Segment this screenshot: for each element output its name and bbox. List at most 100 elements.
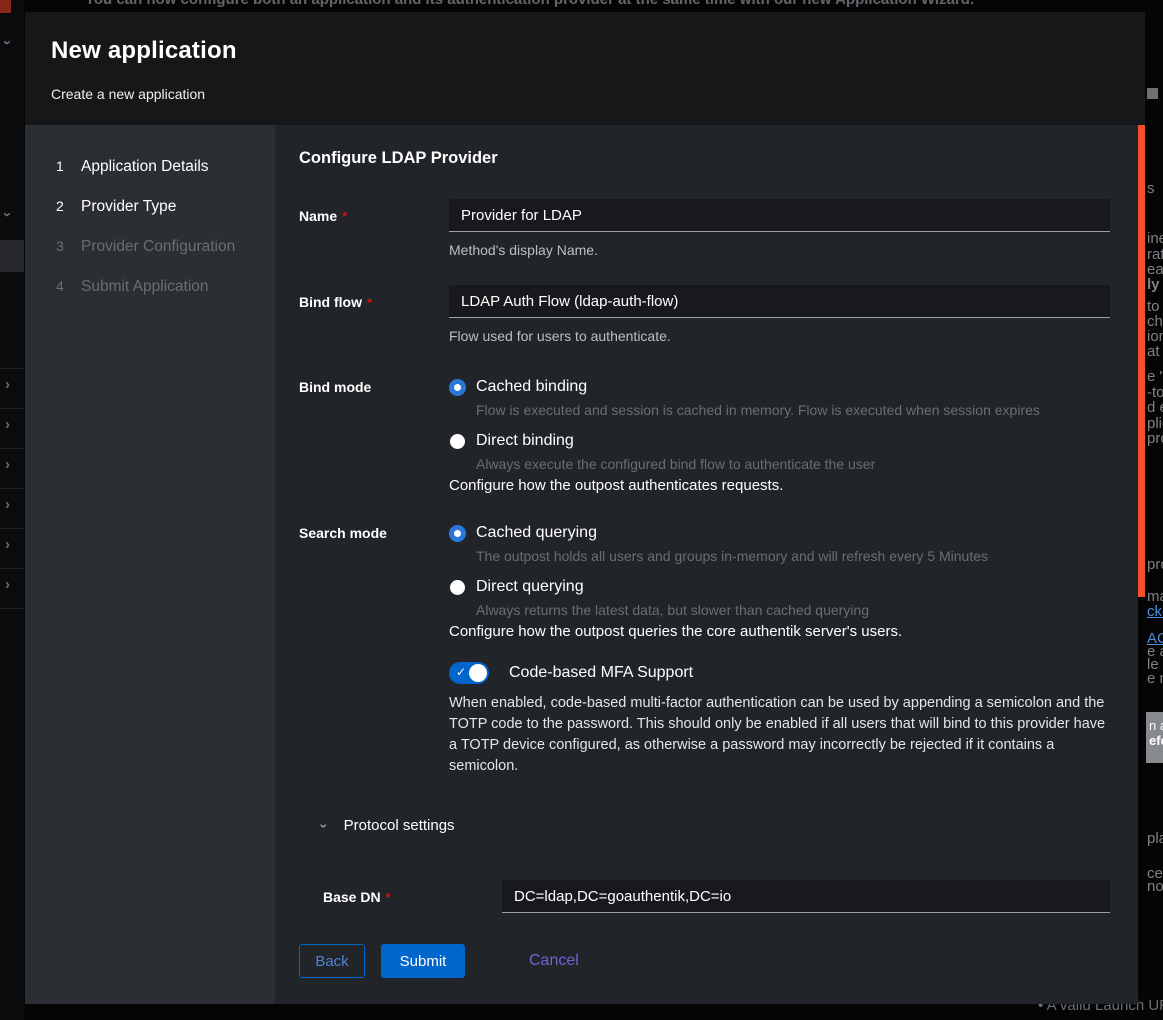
label-text: Name — [299, 208, 337, 224]
bg-link-fragment[interactable]: cke — [1147, 603, 1163, 620]
bg-text-fragment: ine — [1147, 230, 1163, 247]
radio-unselected-icon[interactable] — [450, 580, 465, 595]
back-button[interactable]: Back — [299, 944, 365, 978]
form-title: Configure LDAP Provider — [299, 149, 1110, 168]
bg-text-fragment: pro — [1147, 556, 1163, 573]
bg-alert-line: n a — [1149, 718, 1163, 733]
divider — [0, 448, 24, 449]
radio-unselected-icon[interactable] — [450, 434, 465, 449]
wizard-step-content: Configure LDAP Provider Name * Method's d… — [275, 125, 1138, 1004]
chevron-down-icon: › — [316, 823, 332, 828]
divider — [0, 408, 24, 409]
radio-direct-querying[interactable]: Direct querying — [449, 578, 1110, 596]
protocol-settings-expander[interactable]: › Protocol settings — [322, 817, 1110, 834]
wizard-step-provider-configuration: 3 Provider Configuration — [25, 229, 275, 265]
radio-selected-icon[interactable] — [449, 379, 466, 396]
modal-subtitle: Create a new application — [51, 86, 1145, 102]
bind-mode-help-text: Configure how the outpost authenticates … — [449, 477, 1110, 494]
step-label: Application Details — [81, 158, 209, 176]
new-application-modal: New application Create a new application… — [25, 12, 1138, 1004]
step-number: 1 — [56, 158, 81, 174]
bg-text-fragment: d e — [1147, 399, 1163, 416]
radio-label: Direct binding — [476, 432, 574, 450]
radio-cached-querying[interactable]: Cached querying — [449, 524, 1110, 542]
required-asterisk: * — [386, 890, 391, 905]
sidebar-active-item-fragment — [0, 240, 24, 272]
wizard-footer: Back Submit Cancel — [299, 944, 1110, 978]
form-row-base-dn: Base DN * — [299, 880, 1110, 913]
divider — [0, 568, 24, 569]
form-row-search-mode: Search mode Cached querying The outpost … — [299, 524, 1110, 640]
bind-flow-select[interactable] — [449, 285, 1110, 318]
bg-text-fragment: at — [1147, 343, 1160, 360]
bg-text-fragment: pla — [1147, 830, 1163, 847]
wizard-step-provider-type[interactable]: 2 Provider Type — [25, 189, 275, 225]
bg-text-fragment: pro — [1147, 430, 1163, 447]
search-mode-help-text: Configure how the outpost queries the co… — [449, 623, 1110, 640]
search-mode-label: Search mode — [299, 524, 449, 640]
chevron-right-icon: › — [5, 536, 10, 553]
mfa-toggle[interactable]: ✓ — [449, 662, 489, 684]
chevron-right-icon: › — [5, 416, 10, 433]
chevron-right-icon: › — [5, 376, 10, 393]
radio-description: Always execute the configured bind flow … — [476, 456, 1110, 472]
chevron-down-icon: › — [0, 40, 16, 45]
wizard-step-submit-application: 4 Submit Application — [25, 269, 275, 305]
submit-button[interactable]: Submit — [381, 944, 465, 978]
divider — [0, 528, 24, 529]
background-banner-text: You can now configure both an applicatio… — [85, 0, 974, 8]
radio-cached-binding[interactable]: Cached binding — [449, 378, 1110, 396]
bg-alert-line: efe — [1149, 733, 1163, 748]
bind-mode-label: Bind mode — [299, 378, 449, 494]
chevron-down-icon: › — [0, 212, 16, 217]
step-label: Submit Application — [81, 278, 209, 296]
step-number: 4 — [56, 278, 81, 294]
name-input[interactable] — [449, 199, 1110, 232]
bg-text-fragment: e "o — [1147, 368, 1163, 385]
mfa-help-text: When enabled, code-based multi-factor au… — [449, 693, 1110, 777]
form-row-mfa: ✓ Code-based MFA Support When enabled, c… — [299, 662, 1110, 777]
radio-direct-binding[interactable]: Direct binding — [449, 432, 1110, 450]
toggle-knob — [469, 664, 487, 682]
chevron-right-icon: › — [5, 456, 10, 473]
form-row-name: Name * Method's display Name. — [299, 199, 1110, 258]
bg-text-fragment: ly a — [1147, 276, 1163, 293]
brand-logo-fragment — [0, 0, 11, 13]
radio-description: Always returns the latest data, but slow… — [476, 602, 1110, 618]
name-label: Name * — [299, 199, 449, 258]
radio-selected-icon[interactable] — [449, 525, 466, 542]
required-asterisk: * — [342, 209, 347, 224]
form-row-bind-flow: Bind flow * Flow used for users to authen… — [299, 285, 1110, 344]
label-text: Bind flow — [299, 294, 362, 310]
mfa-toggle-label: Code-based MFA Support — [509, 664, 693, 682]
modal-header: New application Create a new application — [25, 12, 1145, 125]
radio-description: The outpost holds all users and groups i… — [476, 548, 1110, 564]
base-dn-input[interactable] — [502, 880, 1110, 913]
bind-flow-help-text: Flow used for users to authenticate. — [449, 328, 1110, 344]
protocol-settings-label: Protocol settings — [344, 817, 455, 834]
step-label: Provider Configuration — [81, 238, 235, 256]
modal-title: New application — [51, 37, 1145, 65]
bg-text-fragment: no — [1147, 878, 1163, 895]
base-dn-label: Base DN * — [299, 880, 502, 913]
check-icon: ✓ — [456, 665, 466, 679]
radio-description: Flow is executed and session is cached i… — [476, 402, 1110, 418]
radio-label: Direct querying — [476, 578, 584, 596]
radio-label: Cached querying — [476, 524, 597, 542]
wizard-steps-sidebar: 1 Application Details 2 Provider Type 3 … — [25, 125, 275, 1004]
step-number: 3 — [56, 238, 81, 254]
background-app-sidebar: › › › › › › › › — [0, 0, 24, 1020]
wizard-step-application-details[interactable]: 1 Application Details — [25, 149, 275, 185]
divider — [0, 608, 24, 609]
bg-text-fragment: s — [1147, 180, 1155, 197]
divider — [0, 488, 24, 489]
cancel-link[interactable]: Cancel — [529, 952, 579, 970]
radio-label: Cached binding — [476, 378, 587, 396]
name-help-text: Method's display Name. — [449, 242, 1110, 258]
bg-text-fragment: e n — [1147, 670, 1163, 687]
chevron-right-icon: › — [5, 496, 10, 513]
divider — [0, 368, 24, 369]
required-asterisk: * — [367, 295, 372, 310]
chevron-right-icon: › — [5, 576, 10, 593]
label-text: Base DN — [323, 889, 381, 905]
